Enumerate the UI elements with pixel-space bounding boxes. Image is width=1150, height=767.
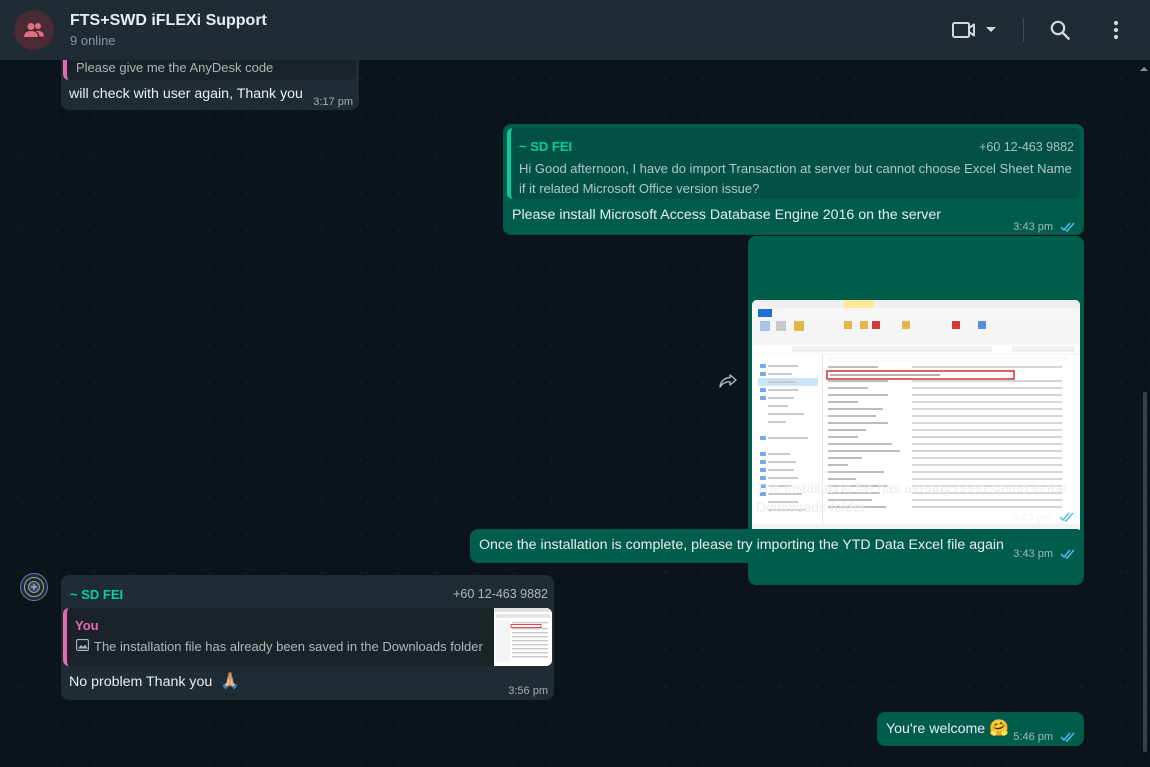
- message-time: 3:17 pm: [313, 96, 353, 108]
- message-time: 5:46 pm: [1013, 731, 1054, 743]
- group-avatar[interactable]: [14, 10, 54, 50]
- message-text: You're welcome: [886, 721, 986, 737]
- message-time: 3:43 pm: [1012, 512, 1052, 524]
- sender-name: ~ SD FEI: [70, 587, 124, 602]
- read-ticks-icon: [1059, 512, 1074, 523]
- hugging-face-emoji: 🤗: [989, 720, 1010, 737]
- quoted-text: The installation file has already been s…: [94, 639, 483, 654]
- quoted-text: Please give me the AnyDesk code: [76, 60, 274, 75]
- chat-app: FTS+SWD iFLEXi Support 9 online Please g…: [0, 0, 1150, 767]
- message-meta: 5:46 pm: [1013, 727, 1076, 747]
- forward-icon: [719, 374, 737, 388]
- read-ticks-icon: [1060, 549, 1075, 559]
- header-separator: [1023, 18, 1024, 42]
- message-text: No problem Thank you: [69, 674, 213, 690]
- group-info[interactable]: FTS+SWD iFLEXi Support 9 online: [70, 11, 949, 50]
- image-icon: [76, 639, 89, 651]
- message-bubble[interactable]: Please give me the AnyDesk code will che…: [61, 60, 359, 110]
- video-call-button[interactable]: [949, 10, 999, 50]
- search-button[interactable]: [1040, 10, 1080, 50]
- read-ticks-icon: [1060, 222, 1075, 232]
- folded-hands-emoji: 🙏🏼: [220, 673, 241, 690]
- dropdown-icon: [985, 27, 996, 32]
- message-meta: 3:43 pm: [1013, 544, 1076, 564]
- quoted-sender: You: [75, 618, 99, 633]
- quoted-image-thumbnail: [494, 608, 552, 666]
- sender-avatar[interactable]: [20, 573, 48, 601]
- online-status: 9 online: [70, 32, 116, 48]
- message-time: 3:56 pm: [508, 685, 548, 697]
- message-bubble[interactable]: Once the installation is complete, pleas…: [470, 529, 1084, 563]
- thumbnail-preview: [494, 608, 552, 666]
- video-call-icon: [951, 22, 975, 38]
- attached-screenshot-image[interactable]: [752, 300, 1080, 533]
- forward-button[interactable]: [714, 367, 742, 395]
- message-time: 3:43 pm: [1013, 221, 1054, 233]
- header-actions: [949, 10, 1136, 50]
- search-icon: [1050, 20, 1070, 40]
- quoted-message[interactable]: ~ SD FEI +60 12-463 9882 Hi Good afterno…: [507, 128, 1080, 199]
- quoted-text: if it related Microsoft Office version i…: [519, 181, 760, 196]
- quoted-message[interactable]: You The installation file has already be…: [63, 608, 552, 666]
- quoted-phone: +60 12-463 9882: [979, 140, 1074, 154]
- message-text-row: You're welcome 🤗: [886, 719, 1009, 739]
- quoted-text: Hi Good afternoon, I have do import Tran…: [519, 161, 1072, 176]
- scroll-up-arrow-icon[interactable]: [1139, 65, 1149, 73]
- message-time: 3:43 pm: [1013, 548, 1054, 560]
- file-explorer-thumbnail: [752, 300, 1080, 533]
- organization-logo-icon: [24, 577, 44, 597]
- group-avatar-icon: [24, 23, 44, 37]
- menu-icon: [1113, 20, 1119, 40]
- message-text: Once the installation is complete, pleas…: [479, 537, 1004, 553]
- image-caption: Downloads folder: [756, 500, 866, 516]
- sender-phone: +60 12-463 9882: [453, 587, 548, 601]
- message-bubble[interactable]: ~ SD FEI +60 12-463 9882 Hi Good afterno…: [503, 124, 1084, 235]
- message-text: Please install Microsoft Access Database…: [512, 207, 942, 223]
- quoted-sender: ~ SD FEI: [519, 139, 573, 154]
- scrollbar-thumb[interactable]: [1143, 392, 1147, 752]
- image-caption: The installation file has already been s…: [756, 481, 1067, 497]
- message-bubble[interactable]: ~ SD FEI +60 12-463 9882 You The install…: [61, 575, 554, 700]
- message-meta: 3:43 pm: [1013, 217, 1076, 237]
- chat-header[interactable]: FTS+SWD iFLEXi Support 9 online: [0, 0, 1150, 60]
- quoted-message[interactable]: Please give me the AnyDesk code: [63, 60, 356, 80]
- message-text: will check with user again, Thank you: [69, 86, 303, 102]
- message-text-row: No problem Thank you 🙏🏼: [69, 672, 240, 692]
- menu-button[interactable]: [1096, 10, 1136, 50]
- chat-area[interactable]: Please give me the AnyDesk code will che…: [0, 60, 1150, 767]
- message-meta: 3:43 pm: [1012, 508, 1075, 526]
- message-bubble[interactable]: You're welcome 🤗 5:46 pm: [877, 712, 1084, 746]
- group-title: FTS+SWD iFLEXi Support: [70, 11, 267, 29]
- read-ticks-icon: [1060, 732, 1075, 742]
